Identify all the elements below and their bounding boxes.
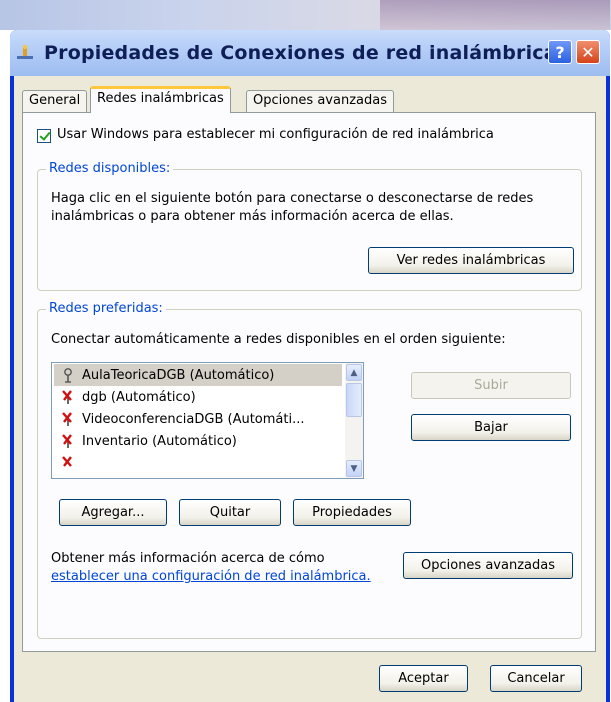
tab-wireless-networks[interactable]: Redes inalámbricas bbox=[90, 86, 231, 113]
preferred-networks-group: Redes preferidas: Conectar automáticamen… bbox=[37, 301, 582, 639]
configuration-help-link[interactable]: establecer una configuración de red inal… bbox=[51, 569, 371, 584]
use-windows-label[interactable]: Usar Windows para establecer mi configur… bbox=[57, 127, 494, 142]
help-button[interactable]: ? bbox=[548, 40, 572, 64]
tab-general[interactable]: General bbox=[22, 90, 88, 112]
preferred-networks-title: Redes preferidas: bbox=[46, 301, 166, 316]
view-wireless-networks-button[interactable]: Ver redes inalámbricas bbox=[368, 247, 574, 274]
tab-advanced[interactable]: Opciones avanzadas bbox=[246, 90, 394, 112]
network-connection-icon bbox=[17, 44, 33, 59]
desktop-wallpaper-detail bbox=[380, 0, 610, 30]
properties-button[interactable]: Propiedades bbox=[293, 499, 411, 526]
properties-dialog: Propiedades de Conexiones de red inalámb… bbox=[10, 30, 610, 702]
network-name: dgb (Automático) bbox=[82, 389, 196, 405]
network-item-aulateoricadgb[interactable]: AulaTeoricaDGB (Automático) bbox=[54, 364, 342, 386]
preferred-networks-description: Conectar automáticamente a redes disponi… bbox=[51, 332, 506, 347]
available-networks-group: Redes disponibles: Haga clic en el sigui… bbox=[37, 161, 582, 291]
window-title: Propiedades de Conexiones de red inalámb… bbox=[44, 42, 569, 64]
dialog-client-area: General Redes inalámbricas Opciones avan… bbox=[14, 76, 606, 702]
antenna-red-x-icon bbox=[62, 390, 72, 404]
close-button[interactable]: ✕ bbox=[576, 40, 600, 64]
network-name: AulaTeoricaDGB (Automático) bbox=[82, 367, 275, 383]
remove-button[interactable]: Quitar bbox=[179, 499, 281, 526]
antenna-red-x-icon bbox=[62, 434, 72, 448]
antenna-icon bbox=[64, 368, 72, 383]
info-text: Obtener más información acerca de cómo bbox=[51, 551, 325, 566]
tab-panel: Usar Windows para establecer mi configur… bbox=[22, 112, 596, 652]
network-item-inventario[interactable]: Inventario (Automático) bbox=[54, 430, 342, 452]
scroll-thumb[interactable] bbox=[346, 383, 362, 417]
antenna-red-x-icon bbox=[62, 456, 72, 467]
advanced-options-button[interactable]: Opciones avanzadas bbox=[403, 552, 573, 579]
desktop-background bbox=[0, 0, 611, 30]
antenna-red-x-icon bbox=[62, 412, 72, 426]
move-up-button[interactable]: Subir bbox=[411, 372, 571, 399]
use-windows-checkbox[interactable] bbox=[37, 129, 51, 143]
network-item-dgb[interactable]: dgb (Automático) bbox=[54, 386, 342, 408]
cancel-button[interactable]: Cancelar bbox=[490, 665, 582, 692]
add-button[interactable]: Agregar... bbox=[59, 499, 167, 526]
available-networks-description: Haga clic en el siguiente botón para con… bbox=[51, 191, 534, 224]
list-scrollbar[interactable]: ▲ ▼ bbox=[345, 363, 363, 478]
scroll-down-arrow-icon[interactable]: ▼ bbox=[346, 460, 362, 477]
network-item-videoconferenciadgb[interactable]: VideoconferenciaDGB (Automáti... bbox=[54, 408, 342, 430]
network-item-partial[interactable] bbox=[54, 452, 342, 474]
ok-button[interactable]: Aceptar bbox=[379, 665, 468, 692]
available-networks-title: Redes disponibles: bbox=[46, 161, 174, 176]
network-name: Inventario (Automático) bbox=[82, 433, 237, 449]
move-down-button[interactable]: Bajar bbox=[411, 414, 571, 441]
scroll-up-arrow-icon[interactable]: ▲ bbox=[346, 364, 362, 381]
title-bar[interactable]: Propiedades de Conexiones de red inalámb… bbox=[10, 30, 610, 76]
network-name: VideoconferenciaDGB (Automáti... bbox=[82, 411, 305, 427]
preferred-networks-list[interactable]: AulaTeoricaDGB (Automático) dgb (Automát… bbox=[51, 362, 364, 479]
